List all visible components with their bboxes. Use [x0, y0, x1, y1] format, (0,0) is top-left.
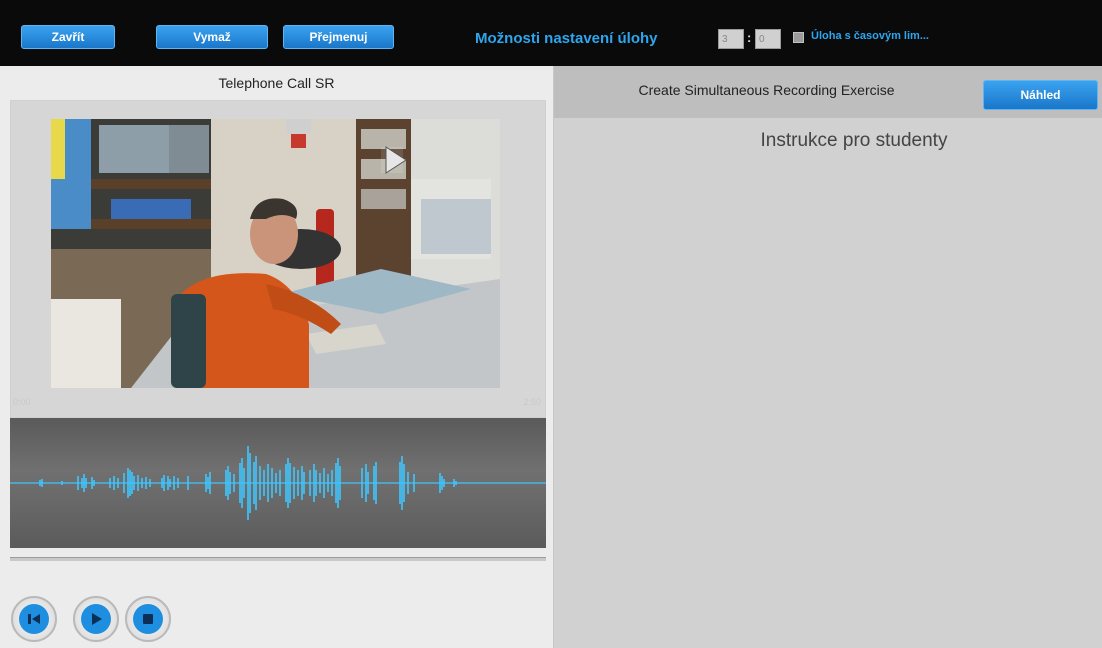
- media-title: Telephone Call SR: [0, 66, 553, 100]
- time-limit-checkbox[interactable]: [793, 32, 804, 43]
- close-button[interactable]: Zavřít: [21, 25, 115, 49]
- skip-back-icon: [19, 604, 49, 634]
- play-button[interactable]: [73, 596, 119, 642]
- instructions-heading: Instrukce pro studenty: [760, 130, 948, 151]
- play-icon: [81, 604, 111, 634]
- delete-button[interactable]: Vymaž: [156, 25, 268, 49]
- time-start: 0:00: [13, 397, 31, 407]
- exercise-title: Create Simultaneous Recording Exercise: [638, 82, 895, 98]
- media-panel: Telephone Call SR 0:00 2:50: [0, 66, 554, 648]
- exercise-panel: Create Simultaneous Recording Exercise N…: [554, 66, 1102, 648]
- rename-button[interactable]: Přejmenuj: [283, 25, 394, 49]
- video-frame[interactable]: [51, 119, 500, 388]
- stop-icon: [133, 604, 163, 634]
- audio-waveform[interactable]: [10, 418, 546, 548]
- task-settings-title: Možnosti nastavení úlohy: [475, 30, 658, 47]
- time-end: 2:50: [523, 397, 541, 407]
- time-limit-label[interactable]: Úloha s časovým lim...: [811, 30, 929, 42]
- video-area: 0:00 2:50: [10, 100, 546, 418]
- time-minutes-input[interactable]: [718, 29, 744, 49]
- stop-button[interactable]: [125, 596, 171, 642]
- time-seconds-input[interactable]: [755, 29, 781, 49]
- preview-button[interactable]: Náhled: [983, 80, 1098, 110]
- exercise-header: Create Simultaneous Recording Exercise N…: [554, 66, 1102, 118]
- scrub-bar[interactable]: [10, 557, 546, 561]
- rewind-button[interactable]: [11, 596, 57, 642]
- top-toolbar: Zavřít Vymaž Přejmenuj Možnosti nastaven…: [0, 0, 1102, 66]
- time-separator: :: [747, 30, 752, 45]
